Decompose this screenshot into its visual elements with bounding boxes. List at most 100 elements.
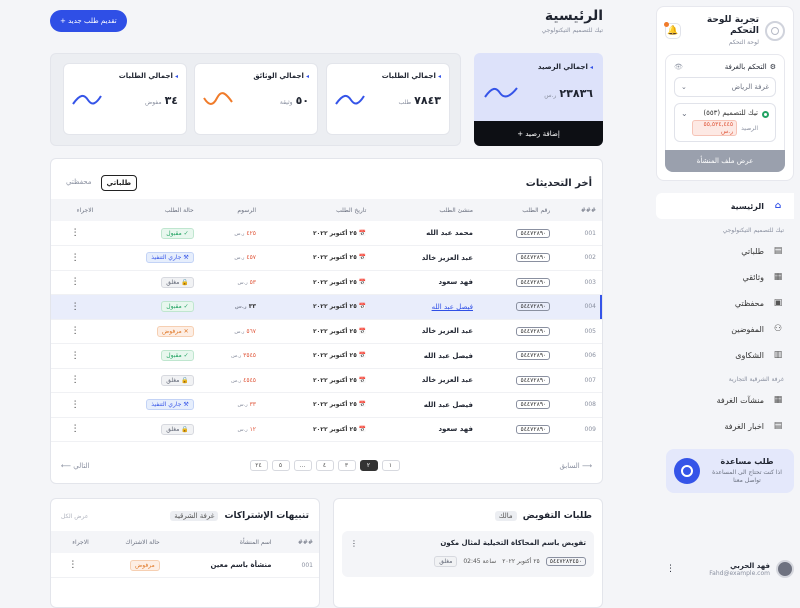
sidebar-nav: ⌂ الرئيسية تيك للتصميم التيكنولوجي ▤ طلب… <box>656 193 794 439</box>
company-card[interactable]: تيك للتصميم (٥٥٣) الرصيد ٥٥,٥٣٤,٤٤٥ ر.س … <box>674 103 776 142</box>
sparkline-icon <box>72 94 102 105</box>
sidebar-item-wallet[interactable]: ▣ محفظتي <box>656 290 794 316</box>
requester-name[interactable]: فيصل عبد الله <box>372 294 479 320</box>
next-page-button[interactable]: ⟵ التالي <box>61 462 90 470</box>
tab-wallet[interactable]: محفظتي <box>61 175 97 191</box>
stat-title: اجمالي الطلبات <box>72 72 178 80</box>
status-icon: ✕ <box>181 327 189 335</box>
new-request-button[interactable]: + تقديم طلب جديد <box>50 10 127 32</box>
status-badge: ✕ مرفوض <box>157 325 194 337</box>
delegates-icon: ⚇ <box>773 324 783 334</box>
page-button[interactable]: ٥ <box>271 460 290 471</box>
chevron-down-icon: ⌄ <box>681 109 688 118</box>
table-row[interactable]: 004 ٥٤٤٧٢٨٩٠ فيصل عبد الله 📅 ٢٥ أكتوبر ٢٠٢٢… <box>51 294 602 320</box>
room-select-value: غرفة الرياض <box>731 83 769 91</box>
sidebar-section-chamber: غرفة الشرقية التجارية <box>728 376 784 383</box>
table-row[interactable]: 001 منشأة باسم معين مرفوض ⋮ <box>51 553 319 578</box>
calendar-icon: 📅 <box>356 303 367 311</box>
table-row[interactable]: 005 ٥٤٤٧٢٨٩٠ عبد العزيز خالد 📅 ٢٥ أكتوبر ٢٠… <box>51 319 602 344</box>
col-header: ### <box>277 531 319 553</box>
delegation-item[interactable]: ⋮ تفويض باسم المحاكاة التخيلية لمثال مكو… <box>342 531 594 577</box>
request-fee: ٤٥٧ ر.س <box>199 245 263 271</box>
request-number: ٥٤٤٧٢٨٩٠ <box>478 221 557 246</box>
help-card[interactable]: طلب مساعدة اذا كنت تحتاج الى المساعدة تو… <box>666 449 794 493</box>
sidebar-item-complaints[interactable]: ▥ الشكاوى <box>656 342 794 368</box>
owner-chip: مالك <box>494 511 517 521</box>
page-button[interactable]: ٤ <box>315 460 334 471</box>
more-vertical-icon[interactable]: ⋮ <box>666 564 675 574</box>
page-button[interactable]: ... <box>293 460 312 471</box>
table-row[interactable]: 006 ٥٤٤٧٢٨٩٠ فيصل عبد الله 📅 ٢٥ أكتوبر ٢٠٢٢… <box>51 343 602 369</box>
more-vertical-icon[interactable]: ⋮ <box>350 539 358 548</box>
view-facility-button[interactable]: عرض ملف المنشأة <box>665 150 785 172</box>
calendar-icon: 📅 <box>356 254 367 262</box>
table-row[interactable]: 003 ٥٤٤٧٢٨٩٠ فهد سعود 📅 ٢٥ أكتوبر ٢٠٢٢ ٥٣ ر.… <box>51 270 602 295</box>
status-icon: ⚒ <box>181 401 189 409</box>
row-actions-button[interactable]: ⋮ <box>51 343 100 369</box>
status-cell: ✕ مرفوض <box>99 319 200 344</box>
row-actions-button[interactable]: ⋮ <box>51 221 100 246</box>
row-actions-button[interactable]: ⋮ <box>51 417 100 442</box>
table-row[interactable]: 009 ٥٤٤٧٢٨٩٠ فهد سعود 📅 ٢٥ أكتوبر ٢٠٢٢ ١٢ ر.… <box>51 417 602 442</box>
sidebar-item-label: طلباتي <box>741 246 764 256</box>
row-actions-button[interactable]: ⋮ <box>51 368 100 393</box>
row-actions-button[interactable]: ⋮ <box>51 294 100 320</box>
row-actions-button[interactable]: ⋮ <box>51 392 100 418</box>
prev-page-button[interactable]: السابق ⟶ <box>559 462 592 470</box>
sidebar-item-delegates[interactable]: ⚇ المفوضين <box>656 316 794 342</box>
sidebar-item-home[interactable]: ⌂ الرئيسية <box>656 193 794 219</box>
eye-off-icon[interactable]: 👁 <box>674 63 683 71</box>
row-actions-button[interactable]: ⋮ <box>51 319 100 344</box>
view-all-link[interactable]: عرض الكل <box>61 513 88 520</box>
table-row[interactable]: 007 ٥٤٤٧٢٨٩٠ عبد العزيز خالد 📅 ٢٥ أكتوبر ٢٠… <box>51 368 602 393</box>
page-button[interactable]: ٣ <box>337 460 356 471</box>
row-number: 001 <box>277 553 319 578</box>
status-badge: ✓ مقبول <box>161 301 194 313</box>
col-header: تاريخ الطلب <box>262 199 373 221</box>
notification-bell-icon[interactable]: 🔔 <box>664 21 681 39</box>
tab-my-requests[interactable]: طلباتي <box>100 175 138 191</box>
status-cell: 🔒 مغلق <box>99 368 200 393</box>
table-row[interactable]: 008 ٥٤٤٧٢٨٩٠ فيصل عبد الله 📅 ٢٥ أكتوبر ٢٠٢٢… <box>51 392 602 418</box>
request-date: 📅 ٢٥ أكتوبر ٢٠٢٢ <box>262 319 373 344</box>
status-icon: 🔒 <box>179 425 189 433</box>
brand: تجربة للوحة التحكم لوحة التحكم 🔔 <box>664 15 785 46</box>
room-control-label: التحكم بالغرفة <box>724 63 767 71</box>
page-button[interactable]: ٢٤ <box>249 460 268 471</box>
page-button[interactable]: ١ <box>381 460 400 471</box>
calendar-icon: 📅 <box>356 327 367 335</box>
requester-name: محمد عبد الله <box>372 221 479 246</box>
request-date: 📅 ٢٥ أكتوبر ٢٠٢٢ <box>262 294 373 320</box>
row-number: 001 <box>556 221 602 246</box>
balance-label: الرصيد <box>741 124 758 132</box>
status-badge: ⚒ جاري التنفيذ <box>146 252 194 264</box>
page-subtitle: تيك للتصميم التيكنولوجي <box>541 27 603 34</box>
user-profile[interactable]: فهد الحربي Fahd@example.com ⋮ <box>666 560 794 578</box>
page-button[interactable]: ٢ <box>359 460 378 471</box>
add-balance-button[interactable]: + إضافة رصيد <box>474 121 603 146</box>
chevron-down-icon: ⌄ <box>681 83 687 91</box>
row-actions-button[interactable]: ⋮ <box>51 553 95 578</box>
request-number: ٥٤٤٧٢٨٩٠ <box>478 245 557 271</box>
sidebar-item-chamber-facilities[interactable]: ▦ منشآت الغرفة <box>656 387 794 413</box>
sidebar-item-my-documents[interactable]: ▦ وثائقي <box>656 264 794 290</box>
status-cell: ✓ مقبول <box>99 221 200 246</box>
col-header: الاجراء <box>51 531 95 553</box>
sidebar-item-my-requests[interactable]: ▤ طلباتي <box>656 238 794 264</box>
table-row[interactable]: 002 ٥٤٤٧٢٨٩٠ عبد العزيز خالد 📅 ٢٥ أكتوبر ٢٠… <box>51 245 602 271</box>
table-row[interactable]: 001 ٥٤٤٧٢٨٩٠ محمد عبد الله 📅 ٢٥ أكتوبر ٢٠٢٢… <box>51 221 602 246</box>
sidebar-top-card: تجربة للوحة التحكم لوحة التحكم 🔔 ⚙ التحك… <box>656 6 794 181</box>
row-actions-button[interactable]: ⋮ <box>51 270 100 295</box>
request-date: 📅 ٢٥ أكتوبر ٢٠٢٢ <box>262 417 373 442</box>
sidebar-item-chamber-news[interactable]: ▤ اخبار الغرفة <box>656 413 794 439</box>
col-header: حالة الطلب <box>99 199 200 221</box>
status-icon: 🔒 <box>179 278 189 286</box>
row-actions-button[interactable]: ⋮ <box>51 245 100 271</box>
company-name: تيك للتصميم (٥٥٣) <box>703 109 758 117</box>
request-fee: ٥٦٧ ر.س <box>199 319 263 344</box>
room-select[interactable]: غرفة الرياض ⌄ <box>674 77 776 97</box>
stats-panel: اجمالي الطلبات ٧٨٤٣طلب اجمالي الوثائق ٥٠… <box>50 53 461 146</box>
row-number: 006 <box>556 343 602 369</box>
company-radio[interactable] <box>762 111 769 118</box>
request-number: ٥٤٤٧٢٨٩٠ <box>478 417 557 442</box>
